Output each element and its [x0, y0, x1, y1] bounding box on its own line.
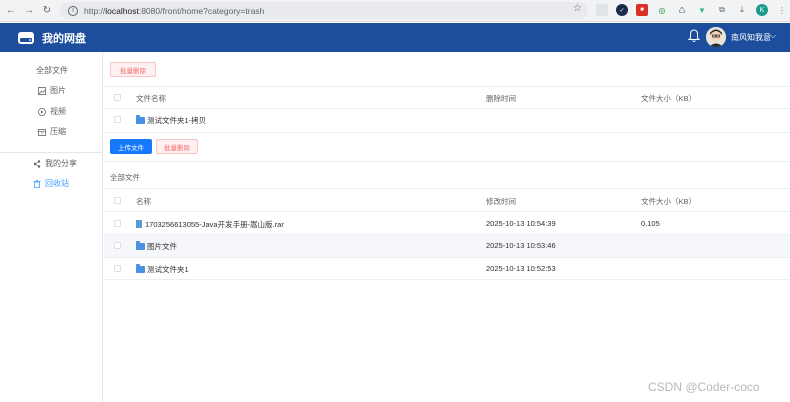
- upload-file-button[interactable]: 上传文件: [110, 139, 152, 154]
- modified-time-cell: 2025-10-13 10:53:46: [486, 241, 556, 250]
- url-text: http://localhost:8080/front/home?categor…: [84, 5, 265, 16]
- bell-icon[interactable]: [688, 29, 700, 43]
- back-icon[interactable]: ←: [4, 4, 18, 18]
- share-icon: [33, 159, 41, 168]
- column-header-modified-time: 修改时间: [486, 197, 516, 206]
- trash-batch-delete-button[interactable]: 批量删除: [110, 62, 156, 77]
- sidebar: 全部文件 图片 视频 压缩 我的分享 回收站: [0, 52, 103, 402]
- row-checkbox[interactable]: [114, 265, 121, 272]
- extensions-puzzle-icon[interactable]: ⧉: [716, 4, 728, 16]
- download-icon[interactable]: ⤓: [736, 4, 748, 16]
- divider: [104, 161, 790, 162]
- profile-avatar[interactable]: K: [756, 4, 768, 16]
- site-info-icon[interactable]: i: [68, 5, 78, 16]
- section-title: 全部文件: [110, 173, 140, 182]
- file-name-cell[interactable]: 1703256613055-Java开发手册-嵩山版.rar: [136, 219, 284, 230]
- extension-recycle-icon[interactable]: ♺: [676, 4, 688, 16]
- column-header-name: 名称: [136, 197, 151, 206]
- file-name-cell[interactable]: 测试文件夹1: [136, 264, 189, 275]
- table-row[interactable]: [104, 235, 790, 257]
- folder-icon: [136, 264, 145, 273]
- divider: [104, 211, 790, 212]
- sidebar-item-videos[interactable]: 视频: [38, 106, 66, 117]
- extension-check-icon[interactable]: ✓: [616, 4, 628, 16]
- file-name-cell[interactable]: 测试文件夹1-拷贝: [136, 115, 206, 126]
- sidebar-divider: [0, 152, 102, 153]
- app-header: 我的网盘 南风知我意 ⌵: [0, 23, 790, 52]
- column-header-name: 文件名称: [136, 94, 166, 103]
- size-cell: 0.105: [641, 219, 660, 228]
- address-bar[interactable]: i http://localhost:8080/front/home?categ…: [60, 2, 588, 19]
- sidebar-item-label: 压缩: [50, 127, 66, 136]
- column-header-size: 文件大小（KB）: [641, 197, 697, 206]
- extension-green-icon[interactable]: ◎: [656, 4, 668, 16]
- row-checkbox[interactable]: [114, 116, 121, 123]
- column-header-deleted-time: 删除时间: [486, 94, 516, 103]
- vue-devtools-icon[interactable]: ▼: [696, 4, 708, 16]
- divider: [104, 108, 790, 109]
- extensions-bar: ✓ ■ ◎ ♺ ▼ ⧉ ⤓ K ⋮: [596, 4, 788, 16]
- menu-kebab-icon[interactable]: ⋮: [776, 4, 788, 16]
- modified-time-cell: 2025-10-13 10:52:53: [486, 264, 556, 273]
- extension-red-icon[interactable]: ■: [636, 4, 648, 16]
- main-content: 批量删除 文件名称 删除时间 文件大小（KB） 测试文件夹1-拷贝 上传文件 批…: [104, 52, 790, 402]
- column-header-size: 文件大小（KB）: [641, 94, 697, 103]
- sidebar-item-label: 全部文件: [36, 66, 68, 75]
- trash-icon: [33, 179, 41, 188]
- divider: [104, 257, 790, 258]
- sidebar-item-label: 我的分享: [45, 159, 77, 168]
- file-icon: [136, 220, 142, 228]
- image-icon: [38, 86, 46, 95]
- sidebar-item-label: 回收站: [45, 179, 69, 188]
- sidebar-item-archives[interactable]: 压缩: [38, 126, 66, 137]
- divider: [104, 188, 790, 189]
- app-title: 我的网盘: [42, 32, 86, 45]
- folder-icon: [136, 241, 145, 250]
- browser-toolbar: ← → ↻ i http://localhost:8080/front/home…: [0, 0, 790, 22]
- cloud-drive-logo-icon: [18, 31, 34, 44]
- folder-icon: [136, 115, 145, 124]
- sidebar-item-all-files[interactable]: 全部文件: [36, 65, 68, 76]
- files-batch-delete-button[interactable]: 批量删除: [156, 139, 198, 154]
- sidebar-item-my-shares[interactable]: 我的分享: [33, 158, 77, 169]
- archive-icon: [38, 128, 46, 136]
- sidebar-item-recycle-bin[interactable]: 回收站: [33, 178, 69, 189]
- divider: [104, 132, 790, 133]
- row-checkbox[interactable]: [114, 242, 121, 249]
- play-icon: [38, 107, 46, 116]
- file-name-cell[interactable]: 图片文件: [136, 241, 177, 252]
- user-avatar[interactable]: [706, 27, 726, 47]
- modified-time-cell: 2025-10-13 10:54:39: [486, 219, 556, 228]
- bookmark-star-icon[interactable]: ☆: [573, 3, 582, 14]
- row-checkbox[interactable]: [114, 220, 121, 227]
- watermark: CSDN @Coder-coco: [648, 380, 760, 394]
- files-select-all-checkbox[interactable]: [114, 197, 121, 204]
- forward-icon[interactable]: →: [22, 4, 36, 18]
- chevron-down-icon[interactable]: ⌵: [770, 31, 776, 41]
- user-name[interactable]: 南风知我意: [731, 32, 771, 43]
- sidebar-item-label: 图片: [50, 86, 66, 95]
- divider: [104, 279, 790, 280]
- reload-icon[interactable]: ↻: [40, 4, 54, 18]
- divider: [104, 86, 790, 87]
- trash-select-all-checkbox[interactable]: [114, 94, 121, 101]
- extension-icon[interactable]: [596, 4, 608, 16]
- sidebar-item-images[interactable]: 图片: [38, 85, 66, 96]
- sidebar-item-label: 视频: [50, 107, 66, 116]
